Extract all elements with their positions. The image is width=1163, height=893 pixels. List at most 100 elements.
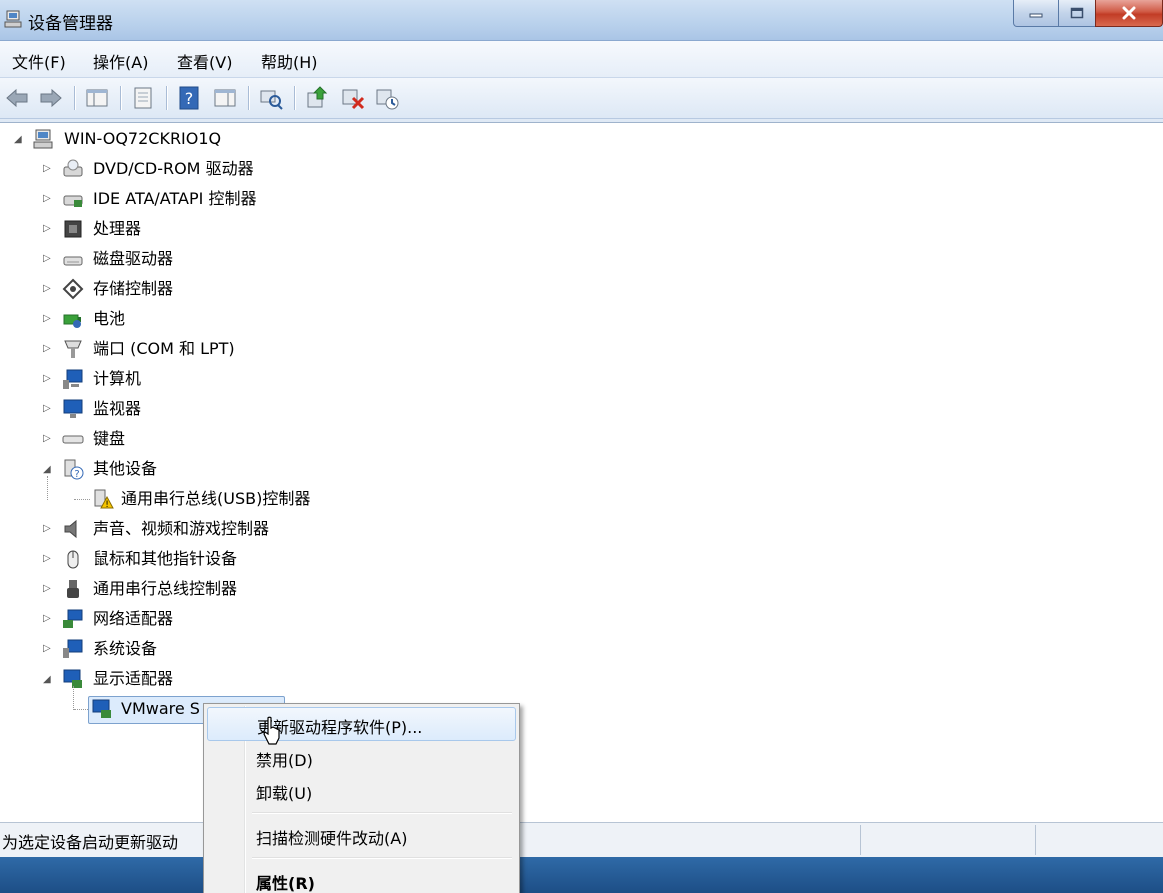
- title-bar[interactable]: 设备管理器: [0, 0, 1163, 41]
- tree-category-label: 监视器: [93, 399, 142, 418]
- context-menu-disable[interactable]: 禁用(D): [207, 741, 514, 773]
- uninstall-icon[interactable]: [340, 85, 366, 111]
- tree-category-label: 电池: [93, 309, 126, 328]
- tree-category-label: 存储控制器: [93, 279, 174, 298]
- processor-icon: [64, 220, 82, 238]
- expand-arrow-icon[interactable]: ▷: [43, 254, 53, 264]
- close-icon: [1122, 6, 1136, 20]
- device-manager-window: 设备管理器 文件(F) 操作(A) 查看(V) 帮助(H) ? ◢ WIN-OQ…: [0, 0, 1163, 893]
- computer-icon: [33, 129, 53, 149]
- mouse-icon: [67, 550, 79, 569]
- warning-device-icon: !: [94, 489, 114, 510]
- tree-device-usb-controller-warning[interactable]: ! 通用串行总线(USB)控制器: [0, 476, 500, 512]
- menu-action[interactable]: 操作(A): [93, 49, 148, 73]
- expand-arrow-icon[interactable]: ▷: [43, 524, 53, 534]
- menu-file[interactable]: 文件(F): [12, 49, 66, 73]
- context-menu-label: 禁用(D): [256, 751, 313, 770]
- expand-arrow-icon[interactable]: ▷: [43, 164, 53, 174]
- expand-arrow-icon[interactable]: ▷: [43, 584, 53, 594]
- context-menu-update-driver[interactable]: 更新驱动程序软件(P)...: [207, 707, 516, 741]
- collapse-arrow-icon[interactable]: ◢: [14, 135, 24, 145]
- context-menu-properties[interactable]: 属性(R): [207, 864, 514, 893]
- context-menu-scan-hardware[interactable]: 扫描检测硬件改动(A): [207, 819, 514, 851]
- expand-arrow-icon[interactable]: ▷: [43, 224, 53, 234]
- update-driver-icon[interactable]: [304, 85, 330, 111]
- expand-arrow-icon[interactable]: ▷: [43, 404, 53, 414]
- expand-arrow-icon[interactable]: ▷: [43, 194, 53, 204]
- tree-category-computer[interactable]: ▷ 计算机: [0, 366, 400, 392]
- action-pane-icon[interactable]: [212, 85, 238, 111]
- tree-category-ide[interactable]: ▷ IDE ATA/ATAPI 控制器: [0, 186, 400, 212]
- tree-category-disk[interactable]: ▷ 磁盘驱动器: [0, 246, 400, 272]
- tree-category-label: 网络适配器: [93, 609, 174, 628]
- svg-text:?: ?: [185, 89, 194, 108]
- ide-controller-icon: [63, 195, 83, 207]
- help-icon[interactable]: ?: [176, 85, 202, 111]
- tree-category-sound[interactable]: ▷ 声音、视频和游戏控制器: [0, 516, 400, 542]
- tree-connector-line: [73, 686, 75, 710]
- maximize-button[interactable]: [1058, 0, 1096, 27]
- tree-category-network[interactable]: ▷ 网络适配器: [0, 606, 400, 632]
- tree-category-usb[interactable]: ▷ 通用串行总线控制器: [0, 576, 400, 602]
- close-button[interactable]: [1095, 0, 1163, 27]
- toolbar-separator: [294, 86, 296, 110]
- menu-view[interactable]: 查看(V): [177, 49, 232, 73]
- properties-icon[interactable]: [130, 85, 156, 111]
- scan-hardware-icon[interactable]: [258, 85, 284, 111]
- expand-arrow-icon[interactable]: ▷: [43, 614, 53, 624]
- expand-arrow-icon[interactable]: ▷: [43, 314, 53, 324]
- device-tree[interactable]: ◢ WIN-OQ72CKRIO1Q ▷ DVD/CD-ROM 驱动器 ▷ IDE…: [0, 122, 1163, 823]
- tree-category-label: 计算机: [93, 369, 142, 388]
- tree-category-processor[interactable]: ▷ 处理器: [0, 216, 400, 242]
- toolbar-separator: [120, 86, 122, 110]
- tree-category-dvd[interactable]: ▷ DVD/CD-ROM 驱动器: [0, 156, 400, 182]
- minimize-icon: [1029, 13, 1043, 18]
- disk-drive-icon: [63, 256, 83, 266]
- tree-category-label: 键盘: [93, 429, 126, 448]
- disable-icon[interactable]: [374, 85, 400, 111]
- collapse-arrow-icon[interactable]: ◢: [43, 465, 53, 475]
- tree-category-label: 系统设备: [93, 639, 158, 658]
- tree-category-storage[interactable]: ▷ 存储控制器: [0, 276, 400, 302]
- context-menu-uninstall[interactable]: 卸载(U): [207, 774, 514, 806]
- expand-arrow-icon[interactable]: ▷: [43, 434, 53, 444]
- tree-category-system[interactable]: ▷ 系统设备: [0, 636, 400, 662]
- toolbar-separator: [248, 86, 250, 110]
- expand-arrow-icon[interactable]: ▷: [43, 344, 53, 354]
- tree-category-label: 端口 (COM 和 LPT): [93, 339, 235, 358]
- menu-bar: 文件(F) 操作(A) 查看(V) 帮助(H): [0, 41, 1163, 78]
- menu-help[interactable]: 帮助(H): [261, 49, 318, 73]
- storage-controller-icon: [62, 278, 84, 300]
- tree-category-monitor[interactable]: ▷ 监视器: [0, 396, 400, 422]
- tree-root[interactable]: ◢ WIN-OQ72CKRIO1Q: [0, 126, 400, 152]
- status-text: 为选定设备启动更新驱动: [2, 833, 179, 852]
- monitor-icon: [63, 399, 83, 418]
- tree-connector-line: [47, 476, 49, 500]
- tree-category-display[interactable]: ◢ 显示适配器: [0, 666, 400, 692]
- tree-category-battery[interactable]: ▷ 电池: [0, 306, 400, 332]
- tree-category-keyboard[interactable]: ▷ 键盘: [0, 426, 400, 452]
- collapse-arrow-icon[interactable]: ◢: [43, 675, 53, 685]
- tree-root-label: WIN-OQ72CKRIO1Q: [64, 129, 222, 148]
- expand-arrow-icon[interactable]: ▷: [43, 284, 53, 294]
- maximize-icon: [1070, 7, 1084, 19]
- battery-icon: [63, 314, 81, 328]
- back-icon[interactable]: [4, 85, 30, 111]
- tree-category-mouse[interactable]: ▷ 鼠标和其他指针设备: [0, 546, 400, 572]
- computer-category-icon: [63, 369, 83, 389]
- tree-category-ports[interactable]: ▷ 端口 (COM 和 LPT): [0, 336, 400, 362]
- minimize-button[interactable]: [1013, 0, 1059, 27]
- expand-arrow-icon[interactable]: ▷: [43, 374, 53, 384]
- desktop-background: [0, 857, 1163, 893]
- expand-arrow-icon[interactable]: ▷: [43, 644, 53, 654]
- expand-arrow-icon[interactable]: ▷: [43, 554, 53, 564]
- forward-icon[interactable]: [38, 85, 64, 111]
- tree-category-other-devices[interactable]: ◢ ? 其他设备: [0, 456, 400, 482]
- tree-category-label: 显示适配器: [93, 669, 174, 688]
- tree-connector-line: [74, 709, 88, 711]
- context-menu-separator: [252, 812, 512, 814]
- tree-device-label: 通用串行总线(USB)控制器: [121, 489, 311, 508]
- show-hide-console-tree-icon[interactable]: [84, 85, 110, 111]
- tree-category-label: 鼠标和其他指针设备: [93, 549, 238, 568]
- status-separator: [860, 825, 861, 855]
